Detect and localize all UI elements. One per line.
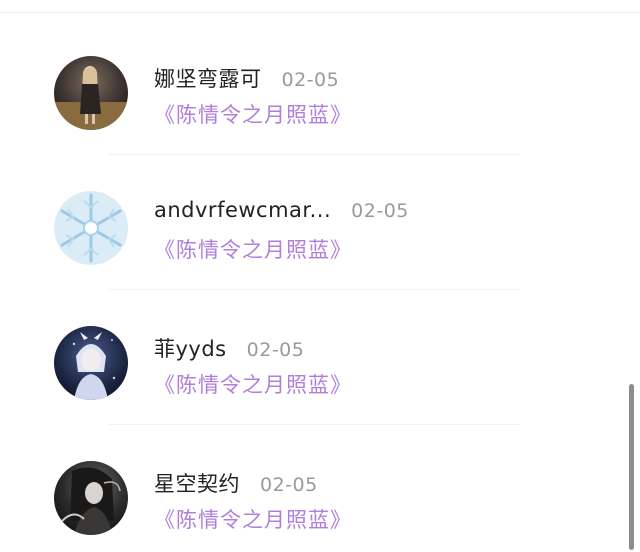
night-girl-avatar-icon [54,56,128,130]
work-title-link[interactable]: 《陈情令之月照蓝》 [154,504,352,534]
username[interactable]: andvrfewcmar... [154,198,331,222]
comment-date: 02-05 [260,474,318,496]
comment-list[interactable]: 娜坚弯露可 02-05 《陈情令之月照蓝》 andvrfewcmar... 02… [0,20,640,552]
list-item[interactable]: 娜坚弯露可 02-05 《陈情令之月照蓝》 [0,20,640,155]
work-title-link[interactable]: 《陈情令之月照蓝》 [154,369,352,399]
comment-feed-screen: 娜坚弯露可 02-05 《陈情令之月照蓝》 andvrfewcmar... 02… [0,0,640,552]
list-item[interactable]: 菲yyds 02-05 《陈情令之月照蓝》 [0,290,640,425]
comment-header: 娜坚弯露可 02-05 [154,63,339,93]
work-title-link[interactable]: 《陈情令之月照蓝》 [154,99,352,129]
comment-header: andvrfewcmar... 02-05 [154,198,409,222]
comment-header: 星空契约 02-05 [154,468,318,498]
list-item[interactable]: 星空契约 02-05 《陈情令之月照蓝》 [0,425,640,552]
vertical-scrollbar[interactable] [629,384,634,550]
avatar[interactable] [54,326,128,400]
comment-date: 02-05 [351,200,409,222]
dark-anime-avatar-icon [54,461,128,535]
username[interactable]: 菲yyds [154,333,227,363]
work-title-link[interactable]: 《陈情令之月照蓝》 [154,234,352,264]
comment-date: 02-05 [246,339,305,361]
anime-character-avatar-icon [54,326,128,400]
comment-date: 02-05 [281,69,340,91]
username[interactable]: 娜坚弯露可 [154,63,262,93]
username[interactable]: 星空契约 [154,468,240,498]
avatar[interactable] [54,191,128,265]
list-item[interactable]: andvrfewcmar... 02-05 《陈情令之月照蓝》 [0,155,640,290]
comment-header: 菲yyds 02-05 [154,333,304,363]
top-divider [0,12,640,13]
snowflake-avatar-icon [54,191,128,265]
avatar[interactable] [54,461,128,535]
avatar[interactable] [54,56,128,130]
